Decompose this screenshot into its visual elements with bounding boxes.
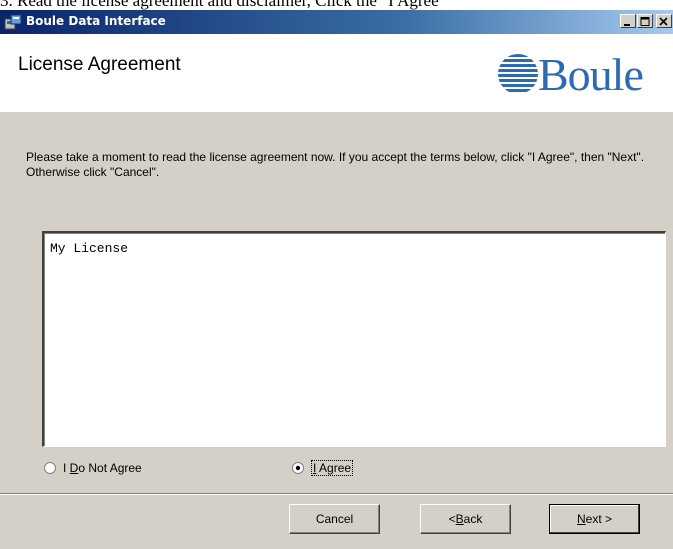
radio-agree[interactable]: I Agree: [292, 459, 354, 477]
globe-icon: [498, 54, 538, 92]
header-banner: License Agreement Boule: [0, 34, 673, 112]
radio-agree-label: I Agree: [311, 460, 354, 476]
instructions-text: Please take a moment to read the license…: [26, 150, 645, 179]
installer-window: Boule Data Interface License Agreement B…: [0, 10, 673, 549]
label-suffix: o Not Agree: [78, 461, 142, 475]
setup-icon: [4, 14, 22, 30]
next-mnemonic: N: [576, 512, 586, 526]
radio-unchecked-icon: [44, 462, 56, 474]
license-textbox[interactable]: My License: [42, 231, 666, 447]
logo-text: Boule: [538, 49, 644, 100]
label-suffix: Agree: [316, 461, 352, 475]
cancel-button[interactable]: Cancel: [289, 504, 380, 534]
maximize-button[interactable]: [637, 14, 653, 28]
radio-do-not-agree[interactable]: I Do Not Agree: [44, 459, 142, 477]
page-title: License Agreement: [18, 54, 181, 75]
title-bar[interactable]: Boule Data Interface: [0, 10, 673, 34]
boule-logo: Boule: [488, 46, 668, 102]
next-suffix: ext >: [585, 512, 613, 526]
radio-checked-icon: [292, 462, 304, 474]
back-suffix: ack: [463, 512, 483, 526]
minimize-button[interactable]: [620, 14, 636, 28]
window-title: Boule Data Interface: [26, 14, 166, 28]
minimize-icon: [624, 24, 630, 26]
license-text: My License: [50, 241, 129, 256]
back-prefix: <: [448, 512, 456, 526]
next-button[interactable]: Next >: [549, 504, 640, 534]
close-button[interactable]: [656, 14, 672, 28]
close-icon: [659, 17, 668, 26]
back-button[interactable]: < Back: [420, 504, 511, 534]
back-mnemonic: B: [455, 512, 464, 526]
maximize-icon: [640, 17, 650, 26]
button-divider: [0, 493, 673, 495]
label-prefix: I: [63, 461, 70, 475]
radio-do-not-agree-label: I Do Not Agree: [63, 461, 142, 475]
header-divider: [0, 111, 673, 112]
